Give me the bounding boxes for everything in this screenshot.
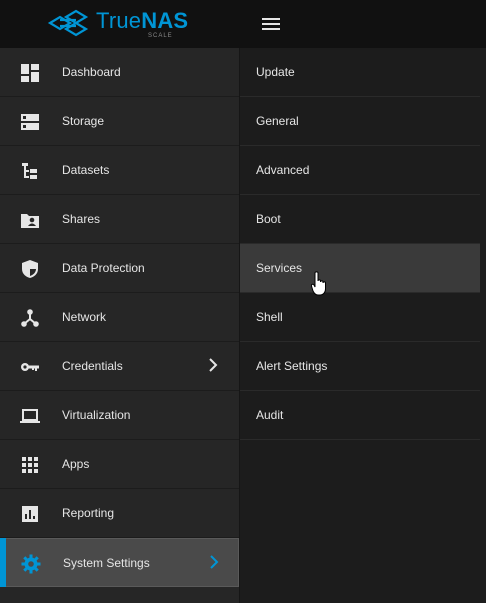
submenu-item-label: Alert Settings: [256, 359, 328, 373]
submenu-item-label: Update: [256, 65, 295, 79]
system-settings-submenu: Update General Advanced Boot Services Sh…: [240, 48, 480, 603]
chevron-right-icon: [210, 555, 219, 569]
chevron-right-icon: [209, 358, 218, 372]
sidebar: Dashboard Storage Datasets Shares Data P…: [0, 48, 240, 603]
sidebar-item-network[interactable]: Network: [0, 293, 239, 342]
shares-icon: [21, 214, 39, 228]
gear-icon: [21, 554, 41, 574]
sidebar-item-label: System Settings: [63, 556, 150, 570]
submenu-item-audit[interactable]: Audit: [240, 391, 480, 440]
brand-edition: SCALE: [148, 33, 173, 39]
sidebar-item-label: Reporting: [62, 506, 115, 520]
sidebar-item-data-protection[interactable]: Data Protection: [0, 244, 239, 293]
submenu-item-shell[interactable]: Shell: [240, 293, 480, 342]
submenu-item-label: General: [256, 114, 299, 128]
brand-name: TrueNAS: [96, 8, 189, 33]
sidebar-item-reporting[interactable]: Reporting: [0, 489, 239, 538]
sidebar-item-label: Dashboard: [62, 65, 121, 79]
sidebar-item-label: Credentials: [62, 359, 123, 373]
sidebar-item-virtualization[interactable]: Virtualization: [0, 391, 239, 440]
submenu-item-advanced[interactable]: Advanced: [240, 146, 480, 195]
submenu-item-label: Shell: [256, 310, 283, 324]
network-icon: [21, 309, 39, 327]
key-icon: [21, 363, 39, 371]
sidebar-item-label: Storage: [62, 114, 105, 128]
sidebar-item-dashboard[interactable]: Dashboard: [0, 48, 239, 97]
submenu-item-label: Advanced: [256, 163, 310, 177]
datasets-icon: [22, 163, 37, 179]
submenu-item-boot[interactable]: Boot: [240, 195, 480, 244]
sidebar-item-label: Shares: [62, 212, 101, 226]
hand-pointer-icon: [311, 271, 326, 296]
submenu-item-general[interactable]: General: [240, 97, 480, 146]
shield-icon: [22, 260, 38, 278]
sidebar-item-label: Apps: [62, 457, 90, 471]
submenu-item-label: Boot: [256, 212, 281, 226]
submenu-item-update[interactable]: Update: [240, 48, 480, 97]
submenu-item-label: Audit: [256, 408, 284, 422]
sidebar-item-system-settings[interactable]: System Settings: [0, 538, 239, 587]
storage-icon: [21, 114, 39, 130]
truenas-logo[interactable]: TrueNAS SCALE: [46, 7, 206, 41]
submenu-item-alert-settings[interactable]: Alert Settings: [240, 342, 480, 391]
hamburger-icon[interactable]: [260, 15, 282, 33]
sidebar-item-label: Virtualization: [62, 408, 131, 422]
sidebar-item-storage[interactable]: Storage: [0, 97, 239, 146]
top-bar: TrueNAS SCALE: [0, 0, 486, 48]
sidebar-item-label: Network: [62, 310, 107, 324]
submenu-item-label: Services: [256, 261, 303, 275]
sidebar-item-label: Datasets: [62, 163, 110, 177]
truenas-logo-icon: [47, 9, 89, 37]
submenu-item-services[interactable]: Services: [240, 244, 480, 293]
sidebar-item-shares[interactable]: Shares: [0, 195, 239, 244]
sidebar-item-label: Data Protection: [62, 261, 145, 275]
laptop-icon: [20, 409, 40, 423]
apps-grid-icon: [22, 457, 38, 473]
reporting-icon: [22, 506, 38, 522]
sidebar-item-credentials[interactable]: Credentials: [0, 342, 239, 391]
sidebar-item-datasets[interactable]: Datasets: [0, 146, 239, 195]
sidebar-item-apps[interactable]: Apps: [0, 440, 239, 489]
dashboard-icon: [21, 64, 39, 82]
